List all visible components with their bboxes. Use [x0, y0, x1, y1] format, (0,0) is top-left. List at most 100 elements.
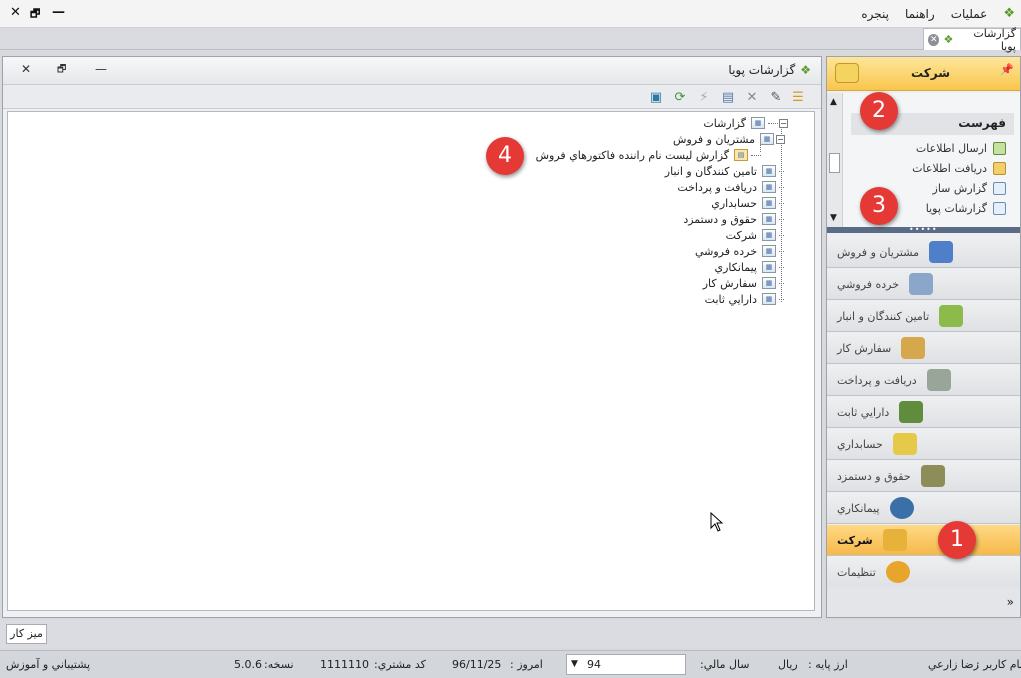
menu-bar: ✕ 🗗 — ❖ عمليات راهنما پنجره — [0, 0, 1021, 28]
nav-sub-item-dynamic-reports[interactable]: گزارشات پويا — [926, 199, 1006, 217]
nav-sub-item-receive-data[interactable]: دريافت اطلاعات — [912, 159, 1006, 177]
document-tab-strip: ✕ ❖ گزارشات پويا — [0, 26, 1021, 53]
tab-dynamic-reports[interactable]: ✕ ❖ گزارشات پويا — [923, 26, 1021, 53]
collapse-icon[interactable]: − — [776, 134, 785, 144]
tree-group-item[interactable]: ▦ پيمانكاري — [711, 259, 785, 275]
receive-data-icon — [993, 161, 1006, 175]
tab-label: گزارشات پويا — [973, 26, 1016, 53]
dynamic-reports-window: ✕ 🗗 — ❖ گزارشات پويا ☰ ✎ ✕ ▤ ⚡ ⟳ ▣ − ▦ گ… — [2, 56, 822, 618]
nav-splitter[interactable]: ••••• — [827, 226, 1020, 234]
pin-icon[interactable]: 📌 — [1000, 63, 1014, 76]
window-close-button[interactable]: ✕ — [21, 62, 31, 76]
tree-root-label: گزارشات — [703, 116, 746, 130]
window-restore-button[interactable]: 🗗 — [57, 62, 66, 79]
nav-button-company[interactable]: شركت — [827, 525, 1020, 556]
close-tab-icon[interactable]: ✕ — [928, 33, 940, 46]
delete-icon[interactable]: ✕ — [743, 88, 761, 106]
new-document-icon[interactable]: ▤ — [719, 88, 737, 106]
run-disabled-icon[interactable]: ⚡ — [695, 88, 713, 106]
window-title-bar: ✕ 🗗 — ❖ گزارشات پويا — [3, 57, 821, 85]
report-toolbar: ☰ ✎ ✕ ▤ ⚡ ⟳ ▣ — [3, 85, 821, 109]
folder-icon: ▦ — [762, 229, 776, 241]
tree-group-item[interactable]: ▦ حقوق و دستمزد — [680, 211, 785, 227]
tree-report-item[interactable]: ▤ گزارش ليست نام راننده فاكتورهاي فروش — [533, 147, 762, 163]
collapse-icon[interactable]: − — [779, 118, 788, 128]
nav-button-payroll[interactable]: حقوق و دستمزد — [827, 461, 1020, 492]
user-label: نام كاربر : — [976, 658, 1021, 671]
tree-group-item[interactable]: ▦ شركت — [723, 227, 785, 243]
cart-icon — [909, 273, 934, 295]
menu-help[interactable]: راهنما — [905, 7, 935, 21]
user-value: رضا زارعي — [928, 658, 979, 671]
app-close-button[interactable]: ✕ — [10, 5, 21, 20]
nav-button-suppliers-warehouse[interactable]: تامين كنندگان و انبار — [827, 301, 1020, 332]
scroll-up-icon[interactable]: ▲ — [830, 97, 837, 107]
tree-group-item[interactable]: ▦ دريافت و پرداخت — [674, 179, 785, 195]
window-title-text: گزارشات پويا — [728, 63, 796, 77]
nav-button-fixed-assets[interactable]: دارايي ثابت — [827, 397, 1020, 428]
tree-group-item[interactable]: ▦ سفارش كار — [700, 275, 785, 291]
save-icon[interactable]: ▣ — [647, 88, 665, 106]
tree-group-item[interactable]: ▦ خرده فروشي — [692, 243, 785, 259]
app-logo-icon: ❖ — [1003, 6, 1015, 21]
status-bar: پشتيباني و آموزش 5.0.6 نسخه: 1111110 كد … — [0, 650, 1021, 678]
chevron-down-icon[interactable]: ▼ — [571, 659, 578, 669]
app-restore-button[interactable]: 🗗 — [30, 5, 40, 24]
fiscal-year-select[interactable]: ▼ 94 — [566, 654, 686, 675]
contract-icon — [889, 497, 914, 519]
scroll-thumb[interactable] — [829, 153, 840, 173]
nav-scrollbar[interactable]: ▲ ▼ — [827, 93, 843, 227]
scroll-down-icon[interactable]: ▼ — [830, 213, 837, 223]
reports-tree: − ▦ گزارشات − ▦ مشتريان و فروش ▤ گزارش ل… — [7, 111, 815, 611]
support-link[interactable]: پشتيباني و آموزش — [6, 658, 90, 671]
base-currency-value: ريال — [778, 658, 798, 671]
chevron-more-icon[interactable]: » — [1007, 595, 1014, 609]
tree-group-item[interactable]: ▦ دارايي ثابت — [702, 291, 785, 307]
tab-logo-icon: ❖ — [943, 33, 954, 46]
assets-icon — [899, 401, 924, 423]
tree-group-item[interactable]: − ▦ مشتريان و فروش — [670, 131, 785, 147]
nav-button-retail[interactable]: خرده فروشي — [827, 269, 1020, 300]
folder-icon: ▦ — [762, 197, 776, 209]
nav-button-contracting[interactable]: پيمانكاري — [827, 493, 1020, 524]
window-minimize-button[interactable]: — — [95, 62, 107, 76]
menu-operations[interactable]: عمليات — [951, 7, 988, 21]
nav-button-receipt-payment[interactable]: دريافت و پرداخت — [827, 365, 1020, 396]
send-data-icon — [993, 141, 1006, 155]
nav-footer: » — [827, 587, 1020, 617]
refresh-icon[interactable]: ⟳ — [671, 88, 689, 106]
base-currency-label: ارز پايه : — [808, 658, 848, 671]
salary-icon — [920, 465, 945, 487]
callout-badge-1: 1 — [938, 521, 976, 559]
mouse-cursor-icon — [710, 512, 724, 532]
menu-items: ❖ عمليات راهنما پنجره — [861, 6, 1015, 21]
app-minimize-button[interactable]: — — [52, 5, 65, 20]
company-icon — [882, 529, 907, 551]
window-title: ❖ گزارشات پويا — [728, 63, 811, 77]
nav-button-work-order[interactable]: سفارش كار — [827, 333, 1020, 364]
nav-header-title: شركت — [911, 66, 950, 80]
tree-group-item[interactable]: ▦ تامين كنندگان و انبار — [662, 163, 785, 179]
add-report-icon[interactable]: ☰ — [789, 88, 807, 106]
dynamic-reports-icon — [993, 201, 1006, 215]
nav-button-accounting[interactable]: حسابداري — [827, 429, 1020, 460]
version-label: نسخه: — [264, 658, 294, 671]
nav-button-settings[interactable]: تنظيمات — [827, 557, 1020, 588]
folder-icon: ▦ — [762, 181, 776, 193]
tree-group-item[interactable]: ▦ حسابداري — [708, 195, 785, 211]
company-icon — [835, 63, 859, 83]
customer-code-label: كد مشتري: — [374, 658, 426, 671]
folder-icon: ▦ — [762, 245, 776, 257]
menu-window[interactable]: پنجره — [861, 7, 889, 21]
folder-icon: ▦ — [762, 213, 776, 225]
edit-report-icon[interactable]: ✎ — [767, 88, 785, 106]
nav-sub-item-send-data[interactable]: ارسال اطلاعات — [916, 139, 1006, 157]
tree-root[interactable]: − ▦ گزارشات — [700, 115, 788, 131]
nav-button-customers-sales[interactable]: مشتريان و فروش — [827, 237, 1020, 268]
navigation-pane: 📌 شركت ▲ ▼ فهرست ارسال اطلاعات دريافت اط… — [826, 56, 1021, 618]
nav-sub-item-report-builder[interactable]: گزارش ساز — [933, 179, 1006, 197]
folder-icon: ▦ — [762, 293, 776, 305]
nav-header: 📌 شركت — [827, 57, 1020, 91]
desk-button[interactable]: ميز كار — [6, 624, 47, 644]
payment-icon — [926, 369, 951, 391]
